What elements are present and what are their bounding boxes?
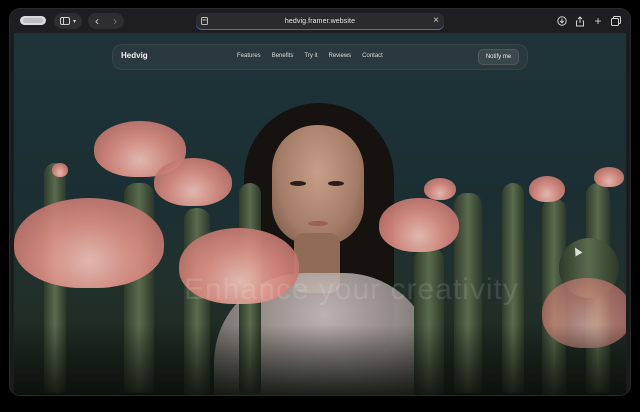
- nav-link-features[interactable]: Features: [237, 53, 261, 59]
- page-icon: [201, 17, 208, 25]
- hero-ghost-text: Enhance your creativity: [184, 273, 519, 306]
- hero-face: [272, 125, 364, 245]
- hero-eye-right: [328, 181, 344, 186]
- forward-button[interactable]: ›: [113, 14, 117, 28]
- notify-me-button[interactable]: Notify me: [478, 49, 519, 65]
- share-icon[interactable]: [574, 13, 586, 29]
- nav-link-benefits[interactable]: Benefits: [272, 53, 294, 59]
- cactus-flower: [379, 198, 459, 252]
- download-icon[interactable]: [556, 13, 568, 29]
- site-navbar: Hedvig Features Benefits Try it Reviews …: [112, 44, 528, 70]
- hero-mouth: [308, 221, 328, 226]
- hero-eye-left: [290, 181, 306, 186]
- history-nav: ‹ ›: [88, 13, 124, 29]
- nav-link-reviews[interactable]: Reviews: [328, 53, 351, 59]
- foreground-shade: [14, 325, 626, 395]
- browser-toolbar: ▾ ‹ › hedvig.framer.website × +: [10, 9, 630, 33]
- cactus-flower: [529, 176, 565, 202]
- nav-links: Features Benefits Try it Reviews Contact: [237, 53, 383, 59]
- toolbar-actions: +: [556, 13, 622, 29]
- sidebar-toggle-button[interactable]: ▾: [54, 13, 82, 29]
- back-button[interactable]: ‹: [95, 14, 99, 28]
- sidebar-icon: [59, 17, 70, 25]
- browser-window: ▾ ‹ › hedvig.framer.website × + Enhance …: [10, 9, 630, 395]
- cactus-flower: [594, 167, 624, 187]
- chevron-down-icon: ▾: [72, 18, 76, 25]
- close-icon[interactable]: ×: [433, 15, 439, 26]
- nav-link-try-it[interactable]: Try it: [304, 53, 317, 59]
- cactus-flower: [424, 178, 456, 200]
- nav-link-contact[interactable]: Contact: [362, 53, 383, 59]
- url-text: hedvig.framer.website: [284, 17, 356, 25]
- cactus-flower: [14, 198, 164, 288]
- window-controls[interactable]: [20, 16, 46, 25]
- address-bar[interactable]: hedvig.framer.website ×: [196, 13, 444, 29]
- tabs-overview-icon[interactable]: [610, 13, 622, 29]
- cactus-flower: [52, 163, 68, 177]
- new-tab-icon[interactable]: +: [592, 13, 604, 29]
- cactus-flower: [154, 158, 232, 206]
- web-page: Enhance your creativity Hedvig Features …: [14, 33, 626, 395]
- brand-logo[interactable]: Hedvig: [121, 51, 148, 60]
